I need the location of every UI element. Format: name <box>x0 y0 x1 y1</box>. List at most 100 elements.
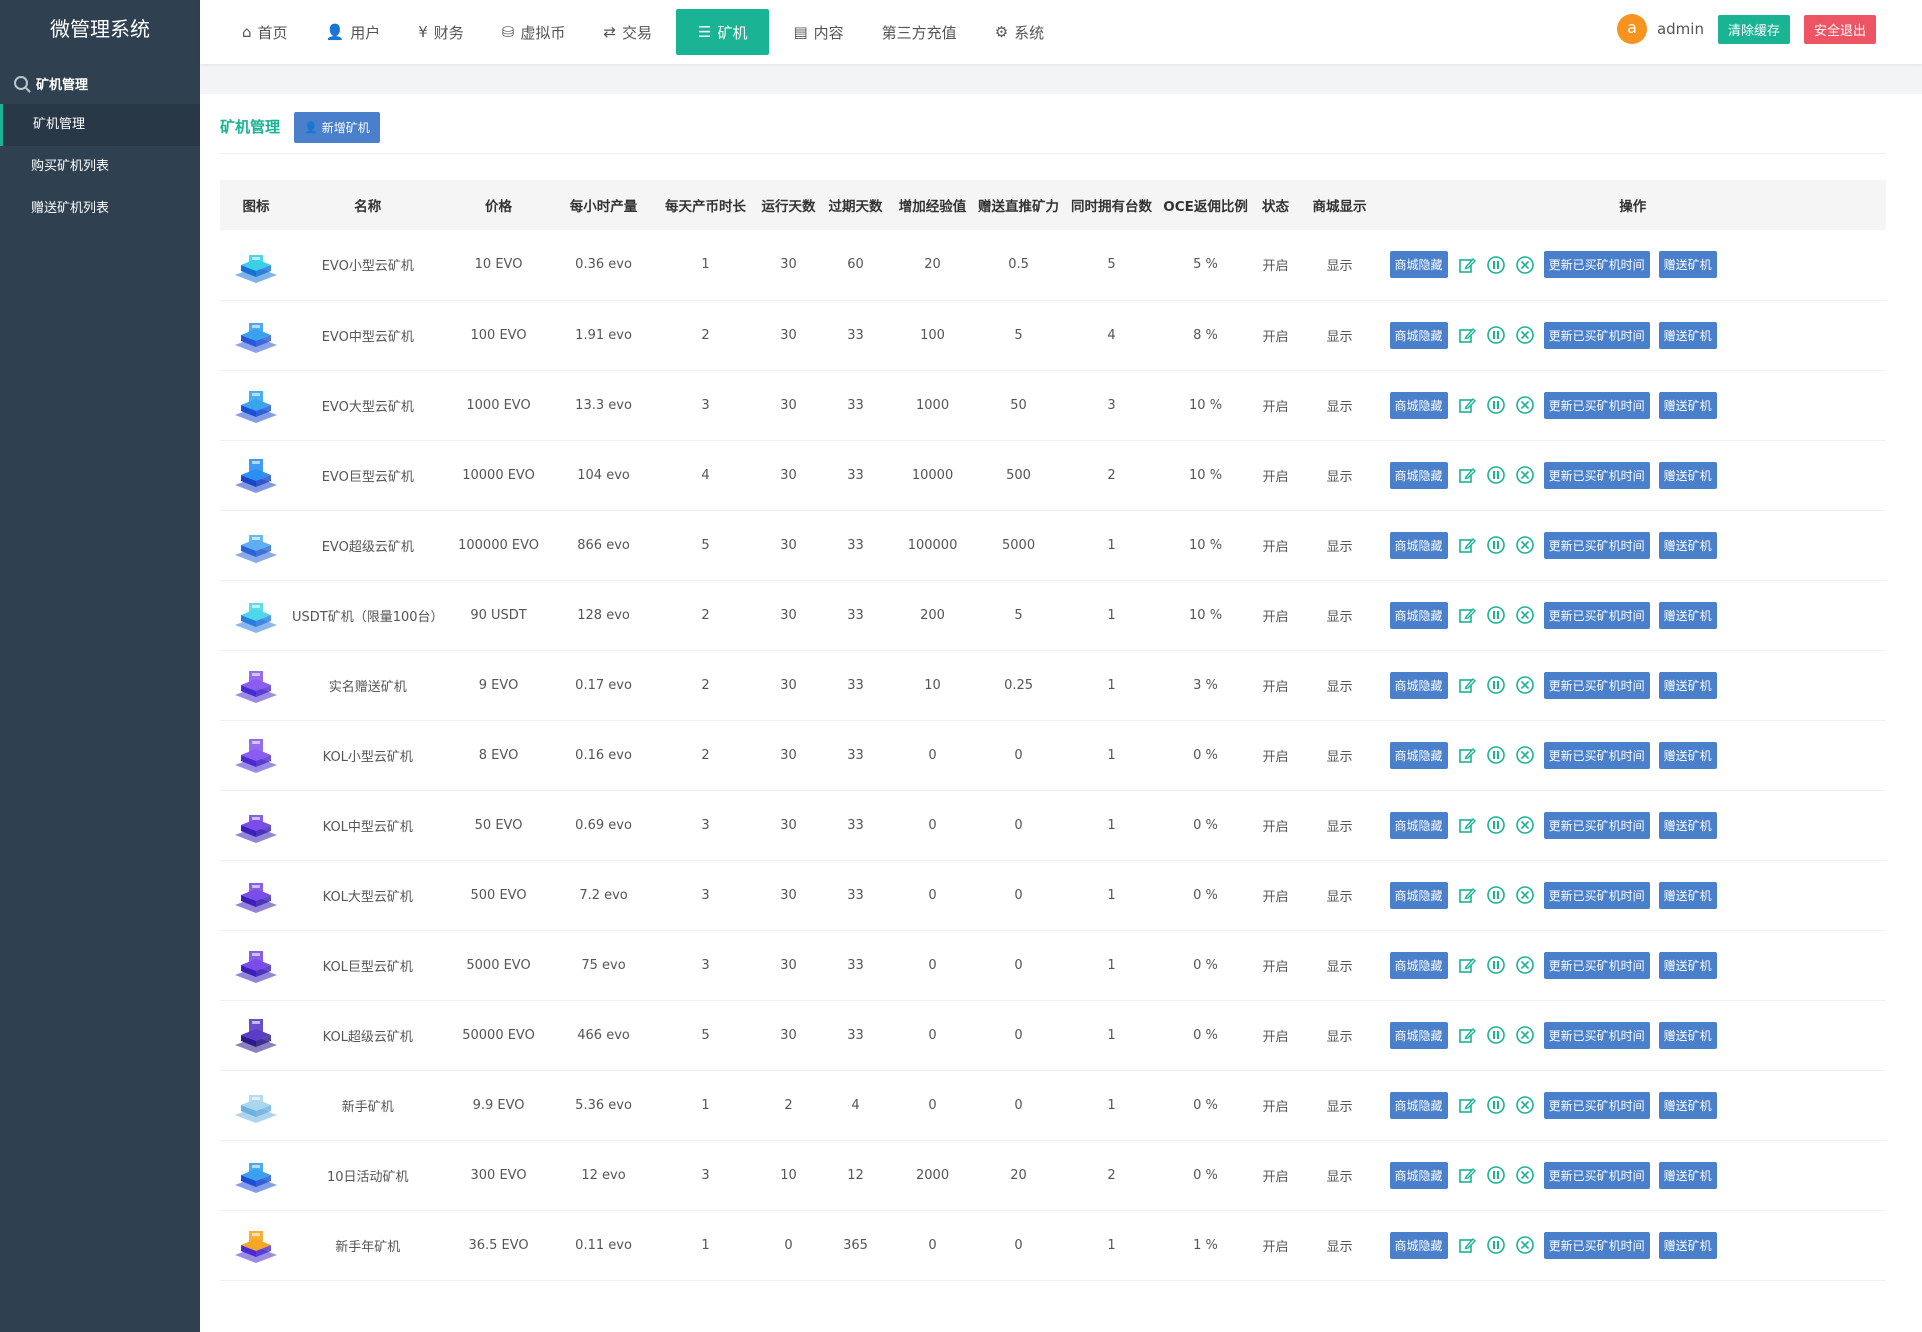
edit-icon[interactable] <box>1457 255 1477 275</box>
pause-icon[interactable] <box>1486 1025 1506 1045</box>
avatar[interactable]: a <box>1616 14 1647 44</box>
sidebar-item-gift-list[interactable]: 赠送矿机列表 <box>0 188 200 230</box>
gift-miner-button[interactable]: 赠送矿机 <box>1658 321 1717 349</box>
gift-miner-button[interactable]: 赠送矿机 <box>1658 671 1717 699</box>
nav-item-user[interactable]: 👤 用户 <box>312 9 395 55</box>
pause-icon[interactable] <box>1486 535 1506 555</box>
update-time-button[interactable]: 更新已买矿机时间 <box>1543 671 1650 699</box>
edit-icon[interactable] <box>1457 465 1477 485</box>
gift-miner-button[interactable]: 赠送矿机 <box>1658 951 1717 979</box>
close-icon[interactable] <box>1515 675 1535 695</box>
pause-icon[interactable] <box>1486 605 1506 625</box>
shop-hide-button[interactable]: 商城隐藏 <box>1389 1231 1448 1259</box>
pause-icon[interactable] <box>1486 1095 1506 1115</box>
update-time-button[interactable]: 更新已买矿机时间 <box>1543 741 1650 769</box>
close-icon[interactable] <box>1515 1025 1535 1045</box>
gift-miner-button[interactable]: 赠送矿机 <box>1658 1091 1717 1119</box>
shop-hide-button[interactable]: 商城隐藏 <box>1389 1021 1448 1049</box>
shop-hide-button[interactable]: 商城隐藏 <box>1389 1091 1448 1119</box>
update-time-button[interactable]: 更新已买矿机时间 <box>1543 1161 1650 1189</box>
shop-hide-button[interactable]: 商城隐藏 <box>1389 951 1448 979</box>
edit-icon[interactable] <box>1457 1025 1477 1045</box>
sidebar-group-miner[interactable]: 矿机管理 <box>0 62 200 104</box>
gift-miner-button[interactable]: 赠送矿机 <box>1658 741 1717 769</box>
edit-icon[interactable] <box>1457 1095 1477 1115</box>
gift-miner-button[interactable]: 赠送矿机 <box>1658 1231 1717 1259</box>
pause-icon[interactable] <box>1486 325 1506 345</box>
nav-item-system[interactable]: ⚙ 系统 <box>981 9 1058 55</box>
close-icon[interactable] <box>1515 255 1535 275</box>
clear-cache-button[interactable]: 清除缓存 <box>1717 14 1790 44</box>
shop-hide-button[interactable]: 商城隐藏 <box>1389 461 1448 489</box>
close-icon[interactable] <box>1515 1095 1535 1115</box>
update-time-button[interactable]: 更新已买矿机时间 <box>1543 1231 1650 1259</box>
pause-icon[interactable] <box>1486 885 1506 905</box>
edit-icon[interactable] <box>1457 325 1477 345</box>
username[interactable]: admin <box>1657 20 1704 38</box>
gift-miner-button[interactable]: 赠送矿机 <box>1658 601 1717 629</box>
edit-icon[interactable] <box>1457 815 1477 835</box>
update-time-button[interactable]: 更新已买矿机时间 <box>1543 251 1650 279</box>
close-icon[interactable] <box>1515 885 1535 905</box>
shop-hide-button[interactable]: 商城隐藏 <box>1389 391 1448 419</box>
update-time-button[interactable]: 更新已买矿机时间 <box>1543 811 1650 839</box>
update-time-button[interactable]: 更新已买矿机时间 <box>1543 321 1650 349</box>
shop-hide-button[interactable]: 商城隐藏 <box>1389 601 1448 629</box>
sidebar-item-miner-manage[interactable]: 矿机管理 <box>0 104 200 146</box>
close-icon[interactable] <box>1515 1235 1535 1255</box>
edit-icon[interactable] <box>1457 1235 1477 1255</box>
gift-miner-button[interactable]: 赠送矿机 <box>1658 1161 1717 1189</box>
close-icon[interactable] <box>1515 465 1535 485</box>
pause-icon[interactable] <box>1486 255 1506 275</box>
pause-icon[interactable] <box>1486 465 1506 485</box>
close-icon[interactable] <box>1515 815 1535 835</box>
add-miner-button[interactable]: 👤 新增矿机 <box>294 112 380 143</box>
edit-icon[interactable] <box>1457 395 1477 415</box>
edit-icon[interactable] <box>1457 1165 1477 1185</box>
shop-hide-button[interactable]: 商城隐藏 <box>1389 321 1448 349</box>
gift-miner-button[interactable]: 赠送矿机 <box>1658 531 1717 559</box>
pause-icon[interactable] <box>1486 815 1506 835</box>
shop-hide-button[interactable]: 商城隐藏 <box>1389 531 1448 559</box>
nav-item-home[interactable]: ⌂ 首页 <box>228 9 302 55</box>
shop-hide-button[interactable]: 商城隐藏 <box>1389 881 1448 909</box>
gift-miner-button[interactable]: 赠送矿机 <box>1658 251 1717 279</box>
update-time-button[interactable]: 更新已买矿机时间 <box>1543 461 1650 489</box>
edit-icon[interactable] <box>1457 885 1477 905</box>
gift-miner-button[interactable]: 赠送矿机 <box>1658 811 1717 839</box>
pause-icon[interactable] <box>1486 1235 1506 1255</box>
pause-icon[interactable] <box>1486 745 1506 765</box>
nav-item-trade[interactable]: ⇄ 交易 <box>589 9 666 55</box>
close-icon[interactable] <box>1515 535 1535 555</box>
close-icon[interactable] <box>1515 325 1535 345</box>
shop-hide-button[interactable]: 商城隐藏 <box>1389 671 1448 699</box>
nav-item-content[interactable]: ▤ 内容 <box>779 9 857 55</box>
close-icon[interactable] <box>1515 1165 1535 1185</box>
update-time-button[interactable]: 更新已买矿机时间 <box>1543 881 1650 909</box>
close-icon[interactable] <box>1515 745 1535 765</box>
gift-miner-button[interactable]: 赠送矿机 <box>1658 1021 1717 1049</box>
close-icon[interactable] <box>1515 395 1535 415</box>
shop-hide-button[interactable]: 商城隐藏 <box>1389 1161 1448 1189</box>
nav-item-virtual-coin[interactable]: ⛁ 虚拟币 <box>488 9 580 55</box>
edit-icon[interactable] <box>1457 605 1477 625</box>
update-time-button[interactable]: 更新已买矿机时间 <box>1543 1091 1650 1119</box>
update-time-button[interactable]: 更新已买矿机时间 <box>1543 951 1650 979</box>
nav-item-finance[interactable]: ¥ 财务 <box>404 9 478 55</box>
edit-icon[interactable] <box>1457 535 1477 555</box>
close-icon[interactable] <box>1515 605 1535 625</box>
pause-icon[interactable] <box>1486 1165 1506 1185</box>
edit-icon[interactable] <box>1457 675 1477 695</box>
nav-item-third-party-recharge[interactable]: 第三方充值 <box>868 9 971 55</box>
update-time-button[interactable]: 更新已买矿机时间 <box>1543 531 1650 559</box>
close-icon[interactable] <box>1515 955 1535 975</box>
shop-hide-button[interactable]: 商城隐藏 <box>1389 251 1448 279</box>
shop-hide-button[interactable]: 商城隐藏 <box>1389 741 1448 769</box>
pause-icon[interactable] <box>1486 395 1506 415</box>
pause-icon[interactable] <box>1486 955 1506 975</box>
gift-miner-button[interactable]: 赠送矿机 <box>1658 881 1717 909</box>
gift-miner-button[interactable]: 赠送矿机 <box>1658 461 1717 489</box>
edit-icon[interactable] <box>1457 745 1477 765</box>
update-time-button[interactable]: 更新已买矿机时间 <box>1543 601 1650 629</box>
update-time-button[interactable]: 更新已买矿机时间 <box>1543 1021 1650 1049</box>
